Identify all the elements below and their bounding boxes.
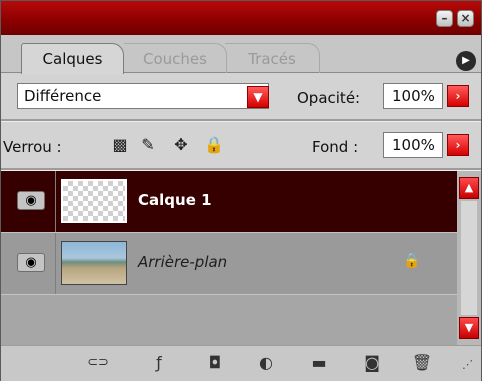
adjustment-layer-icon[interactable]: ◐	[255, 353, 277, 373]
lock-icon: 🔒	[403, 253, 421, 269]
tab-calques[interactable]: Calques	[21, 43, 124, 74]
trash-icon[interactable]: 🗑	[411, 353, 433, 373]
layer-thumbnail	[61, 241, 127, 285]
fill-label: Fond :	[312, 138, 359, 156]
layer-style-icon[interactable]: ƒ	[148, 353, 170, 373]
panel-menu-icon[interactable]: ▶	[456, 51, 476, 71]
scroll-down-icon[interactable]: ▼	[459, 317, 479, 339]
panel-title-bar[interactable]: – ×	[1, 1, 481, 35]
folder-icon[interactable]: ▬	[308, 353, 330, 373]
close-icon[interactable]: ×	[457, 10, 474, 27]
opacity-label: Opacité:	[297, 89, 361, 107]
lock-icon[interactable]: 🔒	[204, 136, 224, 154]
link-icon[interactable]: ⊂⊃	[87, 353, 109, 373]
brush-icon[interactable]: ✎	[139, 136, 157, 154]
scroll-up-icon[interactable]: ▲	[459, 177, 479, 199]
layer-name[interactable]: Arrière-plan	[138, 253, 227, 271]
move-icon[interactable]: ✥	[172, 136, 190, 154]
opacity-field[interactable]: 100%	[383, 83, 443, 109]
fill-slider-arrow-icon[interactable]: ›	[447, 134, 469, 156]
minimize-icon[interactable]: –	[436, 10, 453, 27]
layer-row-arriere-plan[interactable]: ◉ Arrière-plan 🔒	[1, 233, 457, 295]
scroll-track[interactable]	[461, 201, 477, 315]
lock-label: Verrou :	[3, 138, 62, 156]
resize-grip-icon[interactable]: ⋰	[462, 359, 473, 370]
visibility-cell[interactable]: ◉	[1, 233, 56, 294]
visibility-cell[interactable]: ◉	[1, 171, 56, 232]
layer-name[interactable]: Calque 1	[138, 191, 212, 209]
layers-scrollbar[interactable]: ▲ ▼	[457, 171, 481, 345]
layer-thumbnail	[61, 179, 127, 223]
chevron-down-icon[interactable]: ▼	[247, 86, 269, 108]
lock-transparency-icon[interactable]: ▩	[111, 136, 129, 154]
new-layer-icon[interactable]: ◙	[361, 353, 383, 373]
layers-toolbar: ⊂⊃ ƒ ◘ ◐ ▬ ◙ 🗑 ⋰	[1, 345, 481, 381]
tab-couches[interactable]: Couches	[124, 43, 227, 73]
tab-traces[interactable]: Tracés	[225, 43, 320, 73]
layers-list: ◉ Calque 1 ◉ Arrière-plan 🔒	[1, 171, 457, 345]
blend-mode-value: Différence	[24, 87, 102, 105]
blend-mode-select[interactable]: Différence ▼	[17, 83, 269, 109]
tab-bar: Tracés Couches Calques	[1, 35, 481, 74]
layers-panel: – × Tracés Couches Calques ▶ Différence …	[0, 0, 482, 381]
opacity-slider-arrow-icon[interactable]: ›	[447, 85, 469, 107]
mask-icon[interactable]: ◘	[204, 353, 226, 373]
eye-icon[interactable]: ◉	[17, 253, 45, 272]
fill-field[interactable]: 100%	[383, 132, 443, 158]
eye-icon[interactable]: ◉	[17, 191, 45, 210]
layer-row-calque-1[interactable]: ◉ Calque 1	[1, 171, 457, 233]
lock-fill-row: Verrou : ▩ ✎ ✥ 🔒 Fond : 100% ›	[1, 122, 481, 168]
blend-opacity-row: Différence ▼ Opacité: 100% ›	[1, 73, 481, 119]
